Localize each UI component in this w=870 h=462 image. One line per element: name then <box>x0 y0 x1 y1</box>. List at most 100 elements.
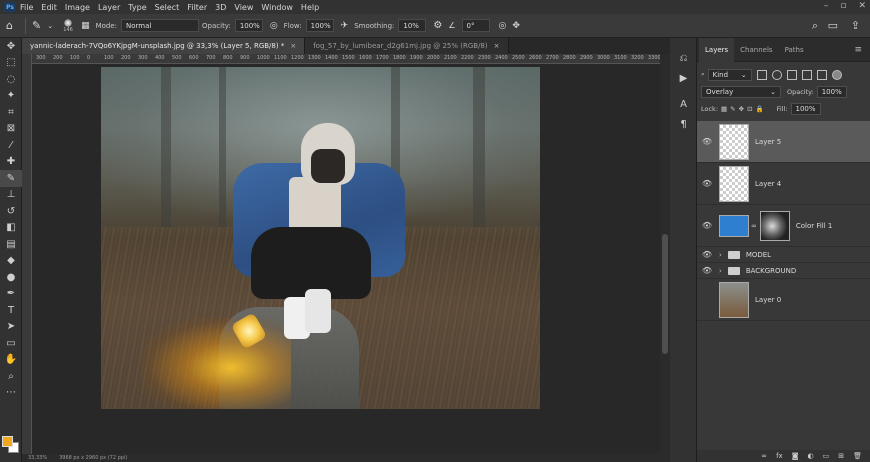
pen-tool-icon[interactable]: ✒ <box>0 286 22 303</box>
close-tab-icon[interactable]: × <box>494 42 500 50</box>
menu-edit[interactable]: Edit <box>41 3 57 12</box>
brush-settings-icon[interactable]: ▦ <box>81 21 90 31</box>
lasso-tool-icon[interactable]: ◌ <box>0 71 22 88</box>
scrollbar-thumb[interactable] <box>662 234 668 354</box>
zoom-tool-icon[interactable]: ⌕ <box>0 368 22 385</box>
close-window-button[interactable]: ✕ <box>858 1 866 11</box>
layer-row-layer-4[interactable]: 👁 Layer 4 <box>697 163 870 205</box>
trash-icon[interactable]: 🗑 <box>853 452 862 460</box>
search-icon[interactable]: ⌕ <box>812 19 818 33</box>
layer-row-layer-0[interactable]: Layer 0 <box>697 279 870 321</box>
zoom-readout[interactable]: 33,33% <box>28 455 47 461</box>
document-tab-active[interactable]: yannic-laderach-7VQo6YKjpgM-unsplash.jpg… <box>22 38 306 54</box>
gear-icon[interactable]: ⚙ <box>433 20 442 31</box>
vertical-scrollbar[interactable] <box>660 54 670 454</box>
kind-filter-select[interactable]: Kind ⌄ <box>707 68 752 81</box>
layer-row-layer-5[interactable]: 👁 Layer 5 <box>697 121 870 163</box>
more-tools-icon[interactable]: ⋯ <box>0 385 22 402</box>
workspace-icon[interactable]: ▭ <box>828 19 838 32</box>
menu-filter[interactable]: Filter <box>187 3 207 12</box>
eye-icon[interactable]: 👁 <box>697 137 717 146</box>
menu-layer[interactable]: Layer <box>98 3 120 12</box>
eraser-tool-icon[interactable]: ◧ <box>0 220 22 237</box>
filter-shape-icon[interactable] <box>801 69 812 80</box>
gradient-tool-icon[interactable]: ▤ <box>0 236 22 253</box>
rectangle-tool-icon[interactable]: ▭ <box>0 335 22 352</box>
brush-tool-icon[interactable]: ✎ <box>0 170 22 187</box>
layer-name[interactable]: Layer 4 <box>755 180 781 188</box>
blend-mode-select[interactable]: Overlay ⌄ <box>701 85 781 98</box>
paragraph-panel-icon[interactable]: ¶ <box>670 114 697 134</box>
foreground-color-swatch[interactable] <box>2 436 13 447</box>
menu-image[interactable]: Image <box>65 3 90 12</box>
character-panel-icon[interactable]: A <box>670 94 697 114</box>
pressure-size-icon[interactable]: ◎ <box>499 21 507 31</box>
filter-pixel-icon[interactable] <box>756 69 767 80</box>
layer-opacity-field[interactable]: 100% <box>816 85 847 98</box>
brush-tool-icon[interactable]: ✎ <box>32 19 41 32</box>
layer-style-icon[interactable]: fx <box>776 452 783 460</box>
eyedropper-tool-icon[interactable]: ⁄ <box>0 137 22 154</box>
eye-icon[interactable]: 👁 <box>697 179 717 188</box>
menu-type[interactable]: Type <box>128 3 146 12</box>
mask-thumbnail[interactable] <box>759 210 790 241</box>
angle-field[interactable]: 0° <box>461 19 490 32</box>
pressure-opacity-icon[interactable]: ◎ <box>270 21 278 31</box>
clone-stamp-tool-icon[interactable]: ⊥ <box>0 187 22 204</box>
type-tool-icon[interactable]: T <box>0 302 22 319</box>
menu-3d[interactable]: 3D <box>215 3 226 12</box>
adjustment-layer-icon[interactable]: ◐ <box>808 452 814 460</box>
flow-field[interactable]: 100% <box>305 19 334 32</box>
panel-menu-icon[interactable]: ≡ <box>854 45 862 55</box>
layer-group-model[interactable]: 👁 › MODEL <box>697 247 870 263</box>
menu-file[interactable]: File <box>20 3 33 12</box>
filter-smart-object-icon[interactable] <box>816 69 827 80</box>
new-layer-icon[interactable]: ⊞ <box>838 452 844 460</box>
move-tool-icon[interactable]: ✥ <box>0 38 22 55</box>
tab-paths[interactable]: Paths <box>779 38 810 62</box>
menu-help[interactable]: Help <box>301 3 319 12</box>
blur-tool-icon[interactable]: ◆ <box>0 253 22 270</box>
marquee-tool-icon[interactable]: ⬚ <box>0 55 22 72</box>
brush-preset-picker[interactable]: 146 <box>59 17 77 35</box>
airbrush-icon[interactable]: ✈ <box>341 21 349 31</box>
horizontal-ruler[interactable]: 300 200 100 0 100 200 300 400 500 600 700 800 900 100… <box>32 54 660 64</box>
history-panel-icon[interactable]: ⎌ <box>670 48 697 68</box>
crop-tool-icon[interactable]: ⌗ <box>0 104 22 121</box>
dodge-tool-icon[interactable]: ● <box>0 269 22 286</box>
close-tab-icon[interactable]: × <box>290 42 296 50</box>
fill-field[interactable]: 100% <box>790 102 821 115</box>
home-icon[interactable]: ⌂ <box>6 19 13 32</box>
link-icon[interactable]: ∞ <box>751 222 757 230</box>
lock-artboard-icon[interactable]: ⊡ <box>747 105 752 113</box>
symmetry-icon[interactable]: ✥ <box>512 21 520 31</box>
layer-row-color-fill[interactable]: 👁 ∞ Color Fill 1 <box>697 205 870 247</box>
filter-type-icon[interactable] <box>786 69 797 80</box>
layer-name[interactable]: Layer 0 <box>755 296 781 304</box>
document-image[interactable] <box>101 67 540 409</box>
layer-name[interactable]: MODEL <box>746 251 771 259</box>
filter-adjustment-icon[interactable] <box>771 69 782 80</box>
tab-channels[interactable]: Channels <box>734 38 778 62</box>
frame-tool-icon[interactable]: ⊠ <box>0 121 22 138</box>
eye-icon[interactable]: 👁 <box>697 250 717 259</box>
eye-icon[interactable]: 👁 <box>697 221 717 230</box>
lock-paint-icon[interactable]: ✎ <box>730 105 735 113</box>
filter-toggle-icon[interactable] <box>831 69 842 80</box>
opacity-field[interactable]: 100% <box>234 19 263 32</box>
maximize-button[interactable]: ▫ <box>840 1 846 11</box>
layer-name[interactable]: BACKGROUND <box>746 267 797 275</box>
add-mask-icon[interactable]: ◙ <box>792 452 799 460</box>
eye-icon[interactable]: 👁 <box>697 266 717 275</box>
healing-tool-icon[interactable]: ✚ <box>0 154 22 171</box>
chevron-right-icon[interactable]: › <box>719 267 722 275</box>
tab-layers[interactable]: Layers <box>699 37 735 62</box>
layer-group-background[interactable]: 👁 › BACKGROUND <box>697 263 870 279</box>
chevron-right-icon[interactable]: › <box>719 251 722 259</box>
lock-pixels-icon[interactable]: ▦ <box>721 105 727 113</box>
path-select-tool-icon[interactable]: ➤ <box>0 319 22 336</box>
document-tab[interactable]: fog_57_by_lumibear_d2g61mj.jpg @ 25% (RG… <box>305 38 509 54</box>
smoothing-field[interactable]: 10% <box>398 19 427 32</box>
layer-name[interactable]: Layer 5 <box>755 138 781 146</box>
lock-all-icon[interactable]: 🔒 <box>756 105 764 113</box>
